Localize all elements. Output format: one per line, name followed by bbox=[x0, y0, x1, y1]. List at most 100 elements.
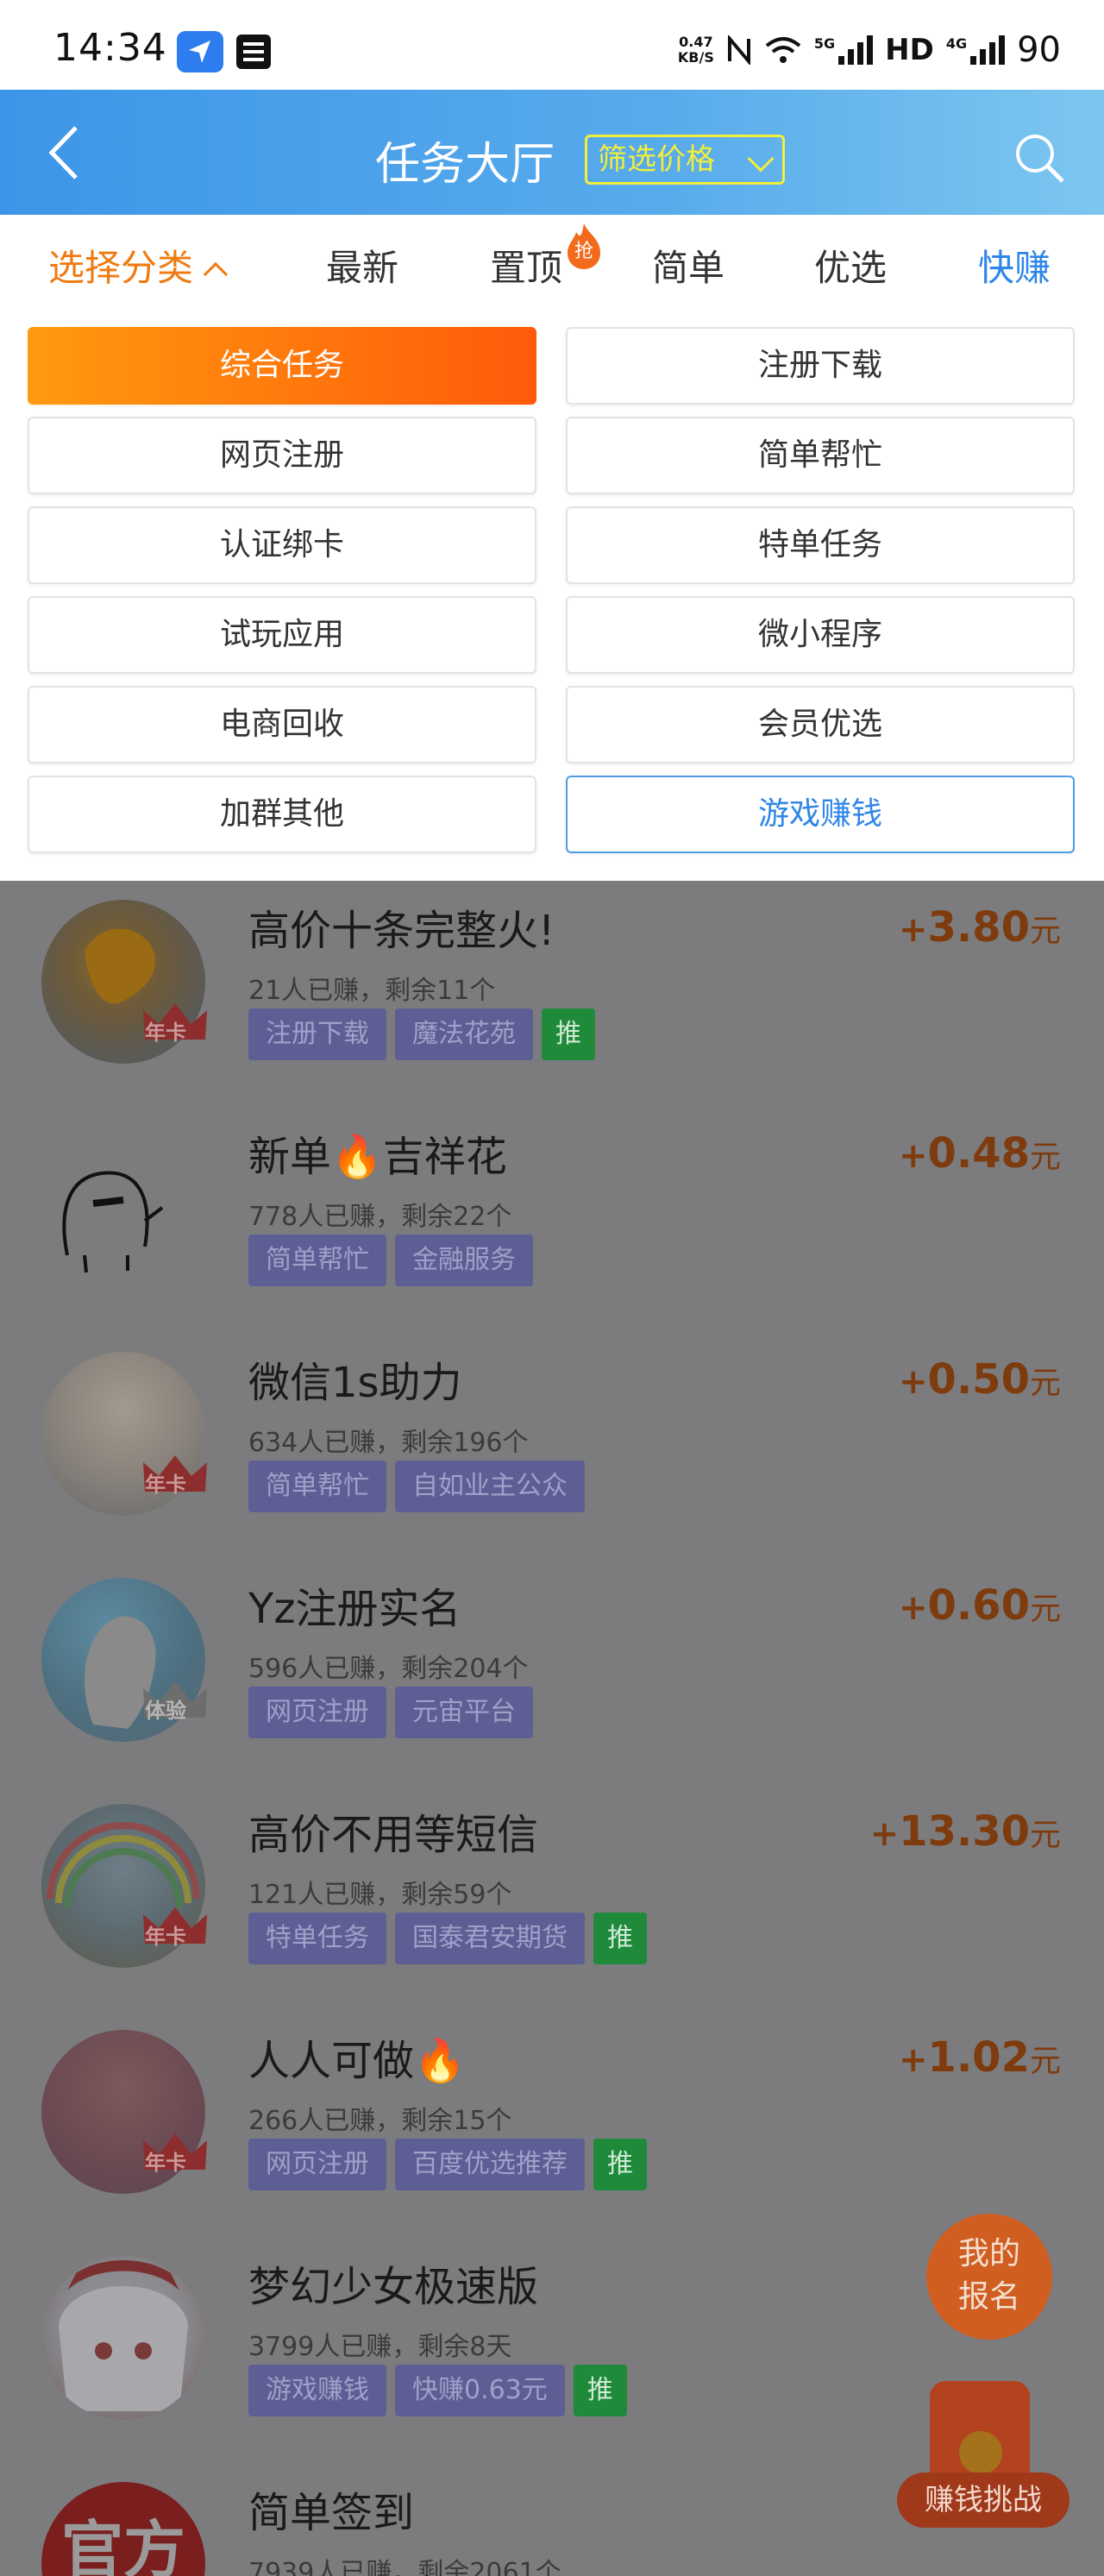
crown-badge-icon: 年卡 bbox=[140, 1452, 210, 1500]
task-title: 微信1s助力 bbox=[248, 1359, 462, 1407]
signup-line2: 报名 bbox=[957, 2279, 1020, 2315]
net-speed: 0.47 KB/S bbox=[678, 35, 714, 66]
task-item[interactable]: 年卡 高价十条完整火! 21人已赚，剩余11个 注册下载 魔法花苑 推 +3.8… bbox=[0, 881, 1104, 1107]
price-unit: 元 bbox=[1029, 1140, 1061, 1175]
task-item[interactable]: 新单🔥吉祥花 778人已赚，剩余22个 简单帮忙 金融服务 +0.48元 bbox=[0, 1107, 1104, 1333]
price-value: 0.50 bbox=[927, 1355, 1030, 1404]
price-value: 0.48 bbox=[927, 1129, 1030, 1178]
task-item[interactable]: 年卡 人人可做🔥 266人已赚，剩余15个 网页注册 百度优选推荐 推 +1.0… bbox=[0, 2011, 1104, 2237]
badge-label: 年卡 bbox=[145, 1925, 186, 1949]
task-title: 人人可做🔥 bbox=[248, 2037, 466, 2085]
category-button[interactable]: 综合任务 bbox=[28, 327, 536, 405]
task-meta: 778人已赚，剩余22个 bbox=[248, 1202, 512, 1232]
category-button[interactable]: 加群其他 bbox=[28, 776, 536, 853]
tag: 网页注册 bbox=[248, 2139, 386, 2190]
category-button[interactable]: 认证绑卡 bbox=[28, 506, 536, 584]
category-button[interactable]: 注册下载 bbox=[566, 327, 1075, 405]
flame-badge-icon: 抢 bbox=[562, 222, 605, 270]
category-button[interactable]: 微小程序 bbox=[566, 596, 1075, 674]
task-price: +3.80元 bbox=[899, 903, 1061, 952]
tab-label: 快赚 bbox=[978, 247, 1051, 289]
category-button[interactable]: 会员优选 bbox=[566, 686, 1075, 763]
badge-label: 年卡 bbox=[145, 1021, 186, 1045]
tag-list: 简单帮忙 自如业主公众 bbox=[248, 1461, 585, 1512]
tag-list: 简单帮忙 金融服务 bbox=[248, 1235, 533, 1286]
net-speed-value: 0.47 bbox=[679, 34, 713, 50]
tag: 特单任务 bbox=[248, 1913, 386, 1964]
price-plus: + bbox=[899, 910, 928, 950]
hot-badge-label: 抢 bbox=[574, 241, 593, 262]
my-signup-button[interactable]: 我的 报名 bbox=[926, 2214, 1052, 2340]
tab-simple[interactable]: 简单 bbox=[652, 239, 724, 292]
category-button[interactable]: 试玩应用 bbox=[28, 596, 536, 674]
task-item[interactable]: 体验 Yz注册实名 596人已赚，剩余204个 网页注册 元宙平台 +0.60元 bbox=[0, 1559, 1104, 1785]
chevron-left-icon[interactable] bbox=[41, 123, 93, 183]
filter-price-button[interactable]: 筛选价格 bbox=[585, 135, 785, 185]
tab-preferred[interactable]: 优选 bbox=[814, 239, 887, 292]
price-plus: + bbox=[899, 2040, 928, 2080]
tag-list: 游戏赚钱 快赚0.63元 推 bbox=[248, 2365, 627, 2416]
signup-line1: 我的 bbox=[957, 2236, 1020, 2271]
tab-choose-category[interactable]: 选择分类 bbox=[48, 239, 229, 292]
task-title: 新单🔥吉祥花 bbox=[248, 1133, 507, 1181]
price-value: 1.02 bbox=[927, 2033, 1030, 2082]
badge-label: 年卡 bbox=[145, 2151, 186, 2175]
status-indicators: 0.47 KB/S 5G HD 4G 90 bbox=[678, 29, 1061, 71]
category-button[interactable]: 网页注册 bbox=[28, 417, 536, 494]
crown-badge-icon: 年卡 bbox=[140, 2130, 210, 2178]
tag: 简单帮忙 bbox=[248, 1235, 386, 1286]
task-price: +0.48元 bbox=[899, 1129, 1061, 1178]
tag: 注册下载 bbox=[248, 1008, 386, 1060]
tab-pinned[interactable]: 置顶 bbox=[490, 239, 562, 292]
task-price: +1.02元 bbox=[899, 2033, 1061, 2082]
category-button[interactable]: 简单帮忙 bbox=[566, 417, 1075, 494]
price-unit: 元 bbox=[1029, 1818, 1061, 1853]
recommend-tag: 推 bbox=[573, 2365, 627, 2416]
tag-list: 网页注册 元宙平台 bbox=[248, 1687, 533, 1738]
avatar: 官方 bbox=[41, 2482, 205, 2576]
tab-quick-earn[interactable]: 快赚 bbox=[978, 239, 1051, 292]
task-title: 梦幻少女极速版 bbox=[248, 2263, 539, 2311]
price-plus: + bbox=[899, 1136, 928, 1176]
signal-icon bbox=[838, 35, 874, 65]
chevron-down-icon bbox=[747, 145, 775, 173]
tag: 快赚0.63元 bbox=[395, 2365, 565, 2416]
wifi-icon bbox=[765, 37, 801, 63]
earn-challenge-button[interactable]: 赚钱挑战 bbox=[897, 2381, 1070, 2528]
signal-4g: 4G bbox=[945, 35, 1006, 65]
task-item[interactable]: 年卡 高价不用等短信 121人已赚，剩余59个 特单任务 国泰君安期货 推 +1… bbox=[0, 1785, 1104, 2011]
search-icon[interactable] bbox=[1011, 129, 1068, 186]
network-5g-label: 5G bbox=[813, 35, 836, 52]
page-title: 任务大厅 bbox=[375, 139, 555, 191]
category-button[interactable]: 电商回收 bbox=[28, 686, 536, 763]
task-meta: 121人已赚，剩余59个 bbox=[248, 1880, 512, 1910]
tag: 游戏赚钱 bbox=[248, 2365, 386, 2416]
tab-label: 置顶 bbox=[490, 247, 563, 289]
recommend-tag: 推 bbox=[593, 1913, 647, 1964]
category-button[interactable]: 游戏赚钱 bbox=[566, 776, 1075, 853]
tab-label: 选择分类 bbox=[48, 247, 194, 289]
task-meta: 7939人已赚，剩余2061个 bbox=[248, 2558, 561, 2576]
price-value: 3.80 bbox=[927, 903, 1030, 952]
nfc-icon bbox=[727, 35, 750, 65]
signal-icon bbox=[970, 35, 1006, 65]
task-list-overlay[interactable]: 年卡 高价十条完整火! 21人已赚，剩余11个 注册下载 魔法花苑 推 +3.8… bbox=[0, 881, 1104, 2576]
tag: 元宙平台 bbox=[395, 1687, 533, 1738]
recommend-tag: 推 bbox=[542, 1008, 595, 1060]
task-title: 高价十条完整火! bbox=[248, 907, 555, 955]
price-value: 13.30 bbox=[899, 1807, 1030, 1856]
tab-label: 优选 bbox=[814, 247, 888, 289]
tag-list: 网页注册 百度优选推荐 推 bbox=[248, 2139, 647, 2190]
status-time: 14:34 bbox=[53, 26, 167, 70]
earn-challenge-label: 赚钱挑战 bbox=[897, 2472, 1070, 2528]
tab-latest[interactable]: 最新 bbox=[326, 239, 398, 292]
task-meta: 3799人已赚，剩余8天 bbox=[248, 2332, 512, 2362]
network-4g-label: 4G bbox=[945, 35, 968, 52]
signal-5g: 5G bbox=[813, 35, 874, 65]
task-price: +0.50元 bbox=[899, 1355, 1061, 1404]
official-avatar-label: 官方 bbox=[60, 2514, 185, 2576]
task-item[interactable]: 年卡 微信1s助力 634人已赚，剩余196个 简单帮忙 自如业主公众 +0.5… bbox=[0, 1333, 1104, 1559]
task-title: 简单签到 bbox=[248, 2489, 415, 2537]
category-button[interactable]: 特单任务 bbox=[566, 506, 1075, 584]
hd-label: HD bbox=[885, 33, 934, 67]
